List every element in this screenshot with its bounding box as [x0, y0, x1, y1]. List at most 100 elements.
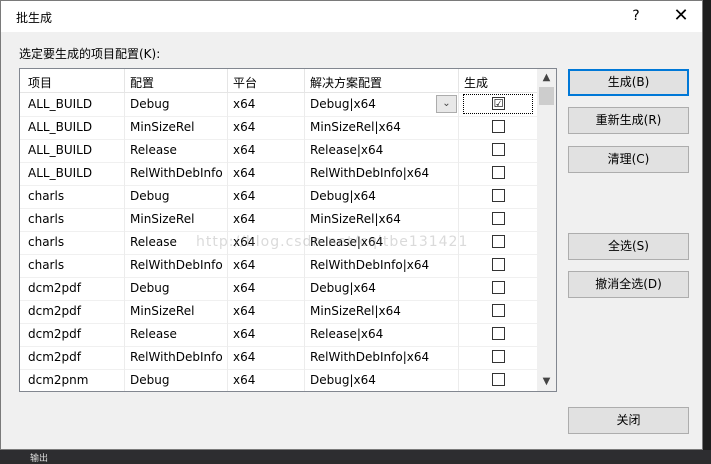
table-row[interactable]: charls Release x64 Release|x64 [20, 231, 537, 255]
project-cell: dcm2pnm [28, 373, 89, 387]
table-row[interactable]: dcm2pnm Debug x64 Debug|x64 [20, 369, 537, 391]
project-cell: dcm2pdf [28, 327, 81, 341]
table-row[interactable]: charls MinSizeRel x64 MinSizeRel|x64 [20, 208, 537, 232]
config-cell: RelWithDebInfo [130, 350, 223, 364]
config-cell: MinSizeRel [130, 212, 195, 226]
vertical-scrollbar[interactable]: ▲ ▼ [537, 69, 556, 391]
chevron-down-icon[interactable]: ⌄ [436, 95, 457, 113]
column-header-project[interactable]: 项目 [28, 74, 52, 91]
platform-cell: x64 [233, 143, 256, 157]
platform-cell: x64 [233, 189, 256, 203]
build-checkbox[interactable] [492, 327, 505, 340]
project-config-prompt: 选定要生成的项目配置(K): [19, 47, 161, 61]
project-cell: dcm2pdf [28, 304, 81, 318]
deselect-all-button[interactable]: 撤消全选(D) [568, 271, 689, 298]
column-header-platform[interactable]: 平台 [233, 74, 257, 91]
scroll-thumb[interactable] [539, 87, 554, 105]
solution-config-cell: Debug|x64 [310, 97, 376, 111]
project-cell: charls [28, 235, 65, 249]
project-cell: charls [28, 258, 65, 272]
project-cell: charls [28, 189, 65, 203]
table-row[interactable]: ALL_BUILD Release x64 Release|x64 [20, 139, 537, 163]
config-cell: Release [130, 143, 177, 157]
solution-config-cell: MinSizeRel|x64 [310, 120, 401, 134]
project-cell: ALL_BUILD [28, 120, 93, 134]
solution-config-cell: Release|x64 [310, 235, 384, 249]
select-all-button[interactable]: 全选(S) [568, 233, 689, 260]
build-checkbox[interactable] [492, 304, 505, 317]
project-config-grid: 项目 配置 平台 解决方案配置 生成 ALL_BUILD Debug x64 Debu… [19, 68, 557, 392]
solution-config-cell: RelWithDebInfo|x64 [310, 350, 430, 364]
platform-cell: x64 [233, 258, 256, 272]
build-checkbox[interactable] [492, 258, 505, 271]
build-checkbox[interactable]: ☑ [492, 97, 505, 110]
solution-config-cell: MinSizeRel|x64 [310, 212, 401, 226]
table-row[interactable]: dcm2pdf Release x64 Release|x64 [20, 323, 537, 347]
build-checkbox[interactable] [492, 235, 505, 248]
config-cell: Debug [130, 281, 170, 295]
config-cell: MinSizeRel [130, 120, 195, 134]
rebuild-button[interactable]: 重新生成(R) [568, 107, 689, 134]
table-row[interactable]: ALL_BUILD RelWithDebInfo x64 RelWithDebInfo… [20, 162, 537, 186]
config-cell: Debug [130, 189, 170, 203]
config-cell: RelWithDebInfo [130, 166, 223, 180]
batch-build-dialog: 批生成 ? ✕ 选定要生成的项目配置(K): 项目 配置 平台 解决方案配置 生… [0, 0, 703, 450]
project-cell: ALL_BUILD [28, 97, 93, 111]
help-button[interactable]: ? [621, 4, 651, 28]
table-row[interactable]: ALL_BUILD MinSizeRel x64 MinSizeRel|x64 [20, 116, 537, 140]
build-checkbox[interactable] [492, 281, 505, 294]
platform-cell: x64 [233, 373, 256, 387]
close-window-button[interactable]: ✕ [666, 4, 696, 28]
background-editor-edge [703, 0, 711, 450]
project-cell: charls [28, 212, 65, 226]
build-checkbox[interactable] [492, 166, 505, 179]
platform-cell: x64 [233, 350, 256, 364]
table-row[interactable]: dcm2pdf MinSizeRel x64 MinSizeRel|x64 [20, 300, 537, 324]
build-checkbox[interactable] [492, 373, 505, 386]
config-cell: RelWithDebInfo [130, 258, 223, 272]
config-cell: Debug [130, 373, 170, 387]
scroll-up-icon[interactable]: ▲ [537, 69, 556, 87]
project-cell: ALL_BUILD [28, 166, 93, 180]
column-header-build[interactable]: 生成 [464, 74, 488, 91]
platform-cell: x64 [233, 97, 256, 111]
config-cell: Release [130, 327, 177, 341]
solution-config-cell: Debug|x64 [310, 281, 376, 295]
build-checkbox[interactable] [492, 350, 505, 363]
output-panel-label: 输出 [30, 454, 49, 464]
platform-cell: x64 [233, 304, 256, 318]
table-row[interactable]: ALL_BUILD Debug x64 Debug|x64 ⌄ ☑ [20, 93, 537, 117]
platform-cell: x64 [233, 166, 256, 180]
build-checkbox[interactable] [492, 120, 505, 133]
build-button[interactable]: 生成(B) [568, 69, 689, 96]
close-button[interactable]: 关闭 [568, 407, 689, 434]
table-row[interactable]: charls Debug x64 Debug|x64 [20, 185, 537, 209]
solution-config-cell: Debug|x64 [310, 189, 376, 203]
build-checkbox[interactable] [492, 143, 505, 156]
grid-header: 项目 配置 平台 解决方案配置 生成 [20, 69, 537, 93]
solution-config-cell: Debug|x64 [310, 373, 376, 387]
solution-config-cell: MinSizeRel|x64 [310, 304, 401, 318]
build-checkbox[interactable] [492, 189, 505, 202]
platform-cell: x64 [233, 235, 256, 249]
table-row[interactable]: dcm2pdf RelWithDebInfo x64 RelWithDebInfo|x… [20, 346, 537, 370]
platform-cell: x64 [233, 327, 256, 341]
background-output-panel [0, 450, 711, 460]
platform-cell: x64 [233, 120, 256, 134]
table-row[interactable]: dcm2pdf Debug x64 Debug|x64 [20, 277, 537, 301]
platform-cell: x64 [233, 212, 256, 226]
title-bar: 批生成 ? ✕ [1, 1, 702, 32]
project-cell: ALL_BUILD [28, 143, 93, 157]
solution-config-cell: Release|x64 [310, 327, 384, 341]
scroll-down-icon[interactable]: ▼ [537, 373, 556, 391]
solution-config-cell: Release|x64 [310, 143, 384, 157]
column-header-solution-config[interactable]: 解决方案配置 [310, 74, 382, 91]
solution-config-cell: RelWithDebInfo|x64 [310, 166, 430, 180]
platform-cell: x64 [233, 281, 256, 295]
build-checkbox[interactable] [492, 212, 505, 225]
column-header-config[interactable]: 配置 [130, 74, 154, 91]
clean-button[interactable]: 清理(C) [568, 146, 689, 173]
table-row[interactable]: charls RelWithDebInfo x64 RelWithDebInfo|x6… [20, 254, 537, 278]
solution-config-cell: RelWithDebInfo|x64 [310, 258, 430, 272]
dialog-title: 批生成 [16, 11, 53, 25]
